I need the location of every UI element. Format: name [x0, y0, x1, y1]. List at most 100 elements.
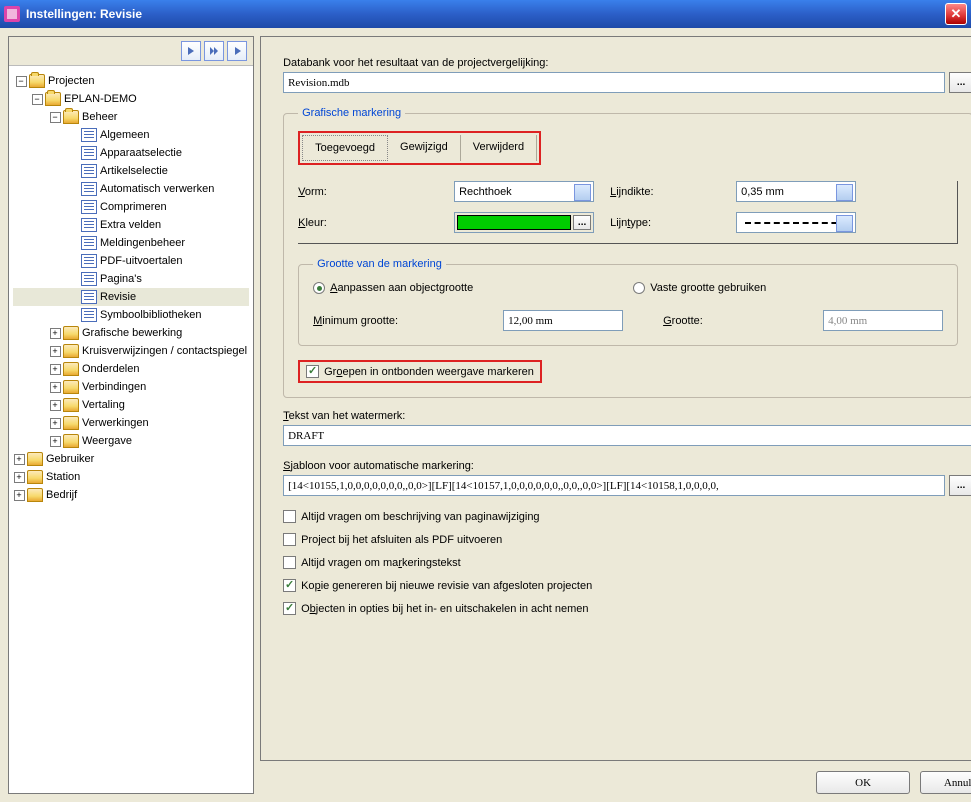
db-label: Databank voor het resultaat van de proje…: [283, 57, 971, 69]
wm-input[interactable]: [283, 425, 971, 446]
tree-item[interactable]: Automatisch verwerken: [13, 180, 249, 198]
min-label: Minimum grootte:: [313, 315, 463, 327]
app-icon: [4, 6, 20, 22]
lijntype-select[interactable]: [736, 212, 856, 233]
tree-label: Artikelselectie: [100, 165, 168, 177]
grootte-label: Grootte:: [663, 315, 783, 327]
ok-button[interactable]: OK: [816, 771, 910, 794]
tree-label: Automatisch verwerken: [100, 183, 214, 195]
tree-item[interactable]: Station: [13, 468, 249, 486]
tree-item[interactable]: Comprimeren: [13, 198, 249, 216]
cb-kopie[interactable]: Kopie genereren bij nieuwe revisie van a…: [283, 579, 971, 592]
grafische-markering-fieldset: Grafische markering Toegevoegd Gewijzigd…: [283, 107, 971, 398]
tree-label: Revisie: [100, 291, 136, 303]
radio-aanpassen[interactable]: Aanpassen aan objectgrootte: [313, 282, 473, 294]
tree-label: Comprimeren: [100, 201, 167, 213]
settings-tree[interactable]: Projecten EPLAN-DEMO Beheer Algemeen Appa…: [9, 66, 253, 793]
toolbar-btn-1[interactable]: [181, 41, 201, 61]
dialog-buttons: OK Annuleren: [260, 761, 971, 794]
content-area: ▲ ▼ Databank voor het resultaat van de p…: [260, 36, 971, 761]
tree-panel: Projecten EPLAN-DEMO Beheer Algemeen Appa…: [8, 36, 254, 794]
grootte-legend: Grootte van de markering: [313, 258, 446, 270]
tree-item[interactable]: Gebruiker: [13, 450, 249, 468]
grootte-fieldset: Grootte van de markering Aanpassen aan o…: [298, 258, 958, 346]
kleur-select[interactable]: ...: [454, 212, 594, 233]
db-input[interactable]: [283, 72, 945, 93]
tree-label: Apparaatselectie: [100, 147, 182, 159]
tree-label: Projecten: [48, 75, 94, 87]
close-button[interactable]: ✕: [945, 3, 967, 25]
min-input[interactable]: [503, 310, 623, 331]
cb-markeringstekst[interactable]: Altijd vragen om markeringstekst: [283, 556, 971, 569]
radio-vaste[interactable]: Vaste grootte gebruiken: [633, 282, 766, 294]
tree-item[interactable]: Artikelselectie: [13, 162, 249, 180]
tree-item[interactable]: Revisie: [13, 288, 249, 306]
groepen-checkbox-row[interactable]: Groepen in ontbonden weergave markeren: [306, 365, 534, 378]
grootte-input[interactable]: [823, 310, 943, 331]
cb-project-pdf[interactable]: Project bij het afsluiten als PDF uitvoe…: [283, 533, 971, 546]
radio-icon: [313, 282, 325, 294]
tree-item[interactable]: Kruisverwijzingen / contactspiegel: [13, 342, 249, 360]
tree-item[interactable]: PDF-uitvoertalen: [13, 252, 249, 270]
tree-item[interactable]: Meldingenbeheer: [13, 234, 249, 252]
tree-label: Pagina's: [100, 273, 142, 285]
kleur-label: Kleur:: [298, 217, 438, 229]
vorm-select[interactable]: Rechthoek: [454, 181, 594, 202]
tree-item[interactable]: Vertaling: [13, 396, 249, 414]
tree-item[interactable]: Verbindingen: [13, 378, 249, 396]
toolbar-btn-2[interactable]: [204, 41, 224, 61]
tree-item[interactable]: Extra velden: [13, 216, 249, 234]
titlebar: Instellingen: Revisie ✕: [0, 0, 971, 28]
tree-label: Beheer: [82, 111, 117, 123]
sjabloon-label: Sjabloon voor automatische markering:: [283, 460, 971, 472]
checkbox-icon: [283, 602, 296, 615]
lijndikte-select[interactable]: 0,35 mm: [736, 181, 856, 202]
color-swatch: [457, 215, 571, 230]
linetype-preview: [745, 222, 847, 224]
tree-item[interactable]: Symboolbibliotheken: [13, 306, 249, 324]
tree-item[interactable]: Pagina's: [13, 270, 249, 288]
tree-label: Symboolbibliotheken: [100, 309, 202, 321]
tree-item[interactable]: Grafische bewerking: [13, 324, 249, 342]
tree-label: Grafische bewerking: [82, 327, 182, 339]
checkbox-icon: [283, 533, 296, 546]
cb-objecten[interactable]: Objecten in opties bij het in- en uitsch…: [283, 602, 971, 615]
tree-item[interactable]: Apparaatselectie: [13, 144, 249, 162]
tree-item[interactable]: Verwerkingen: [13, 414, 249, 432]
lijntype-label: Lijntype:: [610, 217, 720, 229]
tab-gewijzigd[interactable]: Gewijzigd: [388, 135, 461, 161]
right-panel: ▲ ▼ Databank voor het resultaat van de p…: [260, 36, 971, 794]
radio-icon: [633, 282, 645, 294]
tree-label: Kruisverwijzingen / contactspiegel: [82, 345, 247, 357]
tree-beheer[interactable]: Beheer: [13, 108, 249, 126]
tree-item[interactable]: Weergave: [13, 432, 249, 450]
toolbar-btn-3[interactable]: [227, 41, 247, 61]
cancel-button[interactable]: Annuleren: [920, 771, 971, 794]
sjabloon-browse-button[interactable]: ...: [949, 475, 971, 496]
tree-root[interactable]: Projecten: [13, 72, 249, 90]
gm-legend: Grafische markering: [298, 107, 405, 119]
tab-verwijderd[interactable]: Verwijderd: [461, 135, 537, 161]
sjabloon-input[interactable]: [283, 475, 945, 496]
db-browse-button[interactable]: ...: [949, 72, 971, 93]
groepen-highlight: Groepen in ontbonden weergave markeren: [298, 360, 542, 383]
tree-label: Station: [46, 471, 80, 483]
tab-toegevoegd[interactable]: Toegevoegd: [302, 135, 388, 161]
tree-item[interactable]: Bedrijf: [13, 486, 249, 504]
wm-label: Tekst van het watermerk:: [283, 410, 971, 422]
tree-item[interactable]: Algemeen: [13, 126, 249, 144]
tree-label: Extra velden: [100, 219, 161, 231]
gm-tabs: Toegevoegd Gewijzigd Verwijderd: [298, 131, 541, 165]
color-browse[interactable]: ...: [573, 215, 591, 230]
lijndikte-value: 0,35 mm: [741, 186, 784, 198]
tree-label: Algemeen: [100, 129, 150, 141]
tree-item[interactable]: Onderdelen: [13, 360, 249, 378]
checkbox-icon: [283, 579, 296, 592]
checkbox-icon: [283, 510, 296, 523]
tree-project[interactable]: EPLAN-DEMO: [13, 90, 249, 108]
tree-label: Weergave: [82, 435, 132, 447]
vorm-value: Rechthoek: [459, 186, 512, 198]
tree-label: Onderdelen: [82, 363, 140, 375]
tree-label: Verwerkingen: [82, 417, 149, 429]
cb-altijd-pagina[interactable]: Altijd vragen om beschrijving van pagina…: [283, 510, 971, 523]
